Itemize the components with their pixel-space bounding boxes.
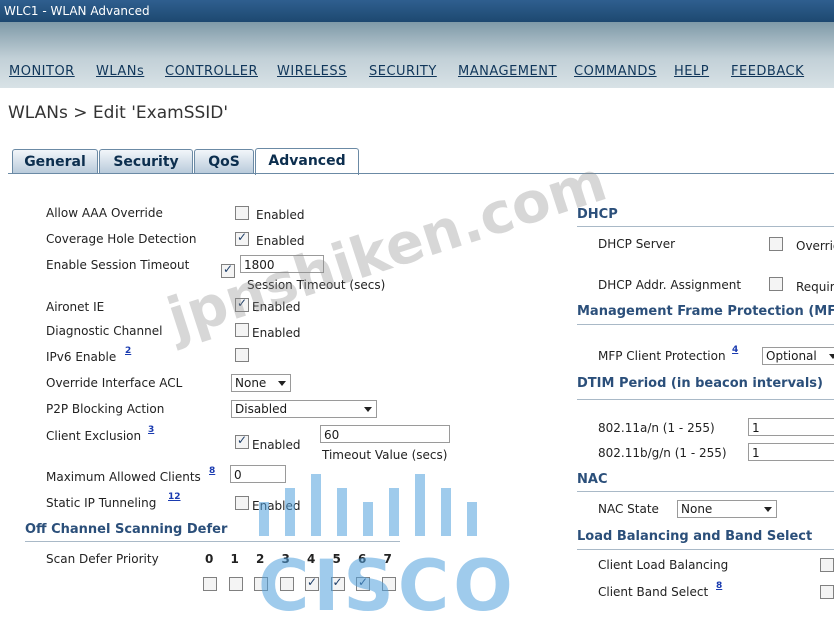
page-title: WLANs > Edit 'ExamSSID': [8, 103, 229, 123]
coverage-hole-checkbox[interactable]: [235, 230, 249, 246]
mfp-heading: Management Frame Protection (MFP): [577, 304, 834, 319]
client-band-select-checkbox[interactable]: [820, 585, 834, 599]
priority-checkbox-1[interactable]: [228, 577, 243, 591]
dhcp-addr-text: Required: [796, 280, 834, 294]
cisco-logo-bars: [259, 474, 477, 536]
dtim-a-label: 802.11a/n (1 - 255): [598, 421, 715, 435]
menu-monitor[interactable]: MONITOR: [9, 64, 75, 79]
chevron-down-icon: [764, 507, 772, 512]
menu-security[interactable]: SECURITY: [369, 64, 437, 79]
section-divider: [577, 491, 834, 492]
session-timeout-label: Enable Session Timeout: [46, 258, 190, 272]
client-load-balancing-label: Client Load Balancing: [598, 558, 729, 572]
mfp-footnote-link[interactable]: 4: [732, 345, 738, 355]
dtim-bg-label: 802.11b/g/n (1 - 255): [598, 446, 727, 460]
load-balancing-heading: Load Balancing and Band Select: [577, 529, 813, 544]
aironet-ie-label: Aironet IE: [46, 300, 105, 314]
nac-state-value: None: [681, 502, 713, 516]
p2p-blocking-value: Disabled: [235, 402, 288, 416]
main-menu-bar: MONITOR WLANs CONTROLLER WIRELESS SECURI…: [0, 22, 834, 88]
window-title-bar: WLC1 - WLAN Advanced: [0, 0, 834, 22]
menu-commands[interactable]: COMMANDS: [574, 64, 657, 79]
tab-security[interactable]: Security: [99, 149, 193, 174]
band-select-footnote-link[interactable]: 8: [716, 581, 722, 591]
ipv6-footnote-link[interactable]: 2: [125, 346, 131, 356]
static-ip-tunneling-label: Static IP Tunneling: [46, 496, 157, 510]
dhcp-server-label: DHCP Server: [598, 237, 676, 251]
client-exclusion-text: Enabled: [252, 438, 301, 452]
dhcp-addr-checkbox[interactable]: [769, 277, 783, 291]
client-load-balancing-checkbox[interactable]: [820, 558, 834, 572]
section-divider: [577, 226, 834, 227]
menu-controller[interactable]: CONTROLLER: [165, 64, 258, 79]
window-title: WLC1 - WLAN Advanced: [4, 4, 150, 18]
client-exclusion-label: Client Exclusion: [46, 429, 142, 443]
client-band-select-label: Client Band Select: [598, 585, 709, 599]
max-clients-label: Maximum Allowed Clients: [46, 470, 201, 484]
menu-management[interactable]: MANAGEMENT: [458, 64, 557, 79]
allow-aaa-override-checkbox[interactable]: [235, 206, 249, 220]
mfp-client-select[interactable]: Optional: [762, 347, 834, 365]
ipv6-enable-checkbox[interactable]: [235, 348, 249, 362]
nac-heading: NAC: [577, 472, 608, 487]
allow-aaa-override-label: Allow AAA Override: [46, 206, 163, 220]
scan-defer-priority-label: Scan Defer Priority: [46, 552, 159, 566]
chevron-down-icon: [364, 407, 372, 412]
p2p-blocking-label: P2P Blocking Action: [46, 402, 165, 416]
max-clients-footnote-link[interactable]: 8: [209, 466, 215, 476]
off-channel-heading: Off Channel Scanning Defer: [25, 522, 228, 537]
mfp-client-label: MFP Client Protection: [598, 349, 726, 363]
tab-qos[interactable]: QoS: [194, 149, 254, 174]
p2p-blocking-select[interactable]: Disabled: [231, 400, 377, 418]
static-ip-tunneling-checkbox[interactable]: [235, 496, 249, 510]
nac-state-select[interactable]: None: [677, 500, 777, 518]
menu-feedback[interactable]: FEEDBACK: [731, 64, 804, 79]
mfp-client-value: Optional: [766, 349, 817, 363]
watermark-text: jpnshiken.com: [160, 148, 615, 352]
static-ip-footnote-link[interactable]: 12: [168, 492, 181, 502]
section-divider: [577, 549, 834, 550]
dhcp-server-checkbox[interactable]: [769, 237, 783, 251]
client-exclusion-checkbox[interactable]: [235, 433, 249, 449]
nac-state-label: NAC State: [598, 502, 659, 516]
override-acl-select[interactable]: None: [231, 374, 291, 392]
priority-number-1: 1: [230, 552, 239, 566]
ipv6-enable-label: IPv6 Enable: [46, 350, 117, 364]
tab-divider: [8, 173, 834, 174]
client-exclusion-footnote-link[interactable]: 3: [148, 425, 154, 435]
tab-advanced[interactable]: Advanced: [255, 148, 359, 175]
dtim-bg-input[interactable]: 1: [748, 443, 834, 461]
cisco-logo-text: CISCO: [258, 545, 517, 627]
dtim-a-input[interactable]: 1: [748, 418, 834, 436]
menu-help[interactable]: HELP: [674, 64, 709, 79]
coverage-hole-label: Coverage Hole Detection: [46, 232, 197, 246]
priority-number-0: 0: [205, 552, 214, 566]
chevron-down-icon: [829, 354, 834, 359]
diagnostic-channel-label: Diagnostic Channel: [46, 324, 163, 338]
dhcp-addr-label: DHCP Addr. Assignment: [598, 278, 742, 292]
override-acl-value: None: [235, 376, 267, 390]
override-acl-label: Override Interface ACL: [46, 376, 183, 390]
dtim-heading: DTIM Period (in beacon intervals): [577, 376, 823, 391]
allow-aaa-override-text: Enabled: [256, 208, 305, 222]
tab-general[interactable]: General: [12, 149, 98, 174]
priority-checkbox-0[interactable]: [203, 577, 217, 591]
dhcp-server-text: Override: [796, 239, 834, 253]
exclusion-timeout-caption: Timeout Value (secs): [322, 448, 448, 462]
section-divider: [577, 324, 834, 325]
chevron-down-icon: [278, 381, 286, 386]
exclusion-timeout-input[interactable]: 60: [320, 425, 450, 443]
diagnostic-channel-text: Enabled: [252, 326, 301, 340]
menu-wlans[interactable]: WLANs: [96, 64, 144, 79]
section-divider: [577, 399, 834, 400]
menu-wireless[interactable]: WIRELESS: [277, 64, 347, 79]
